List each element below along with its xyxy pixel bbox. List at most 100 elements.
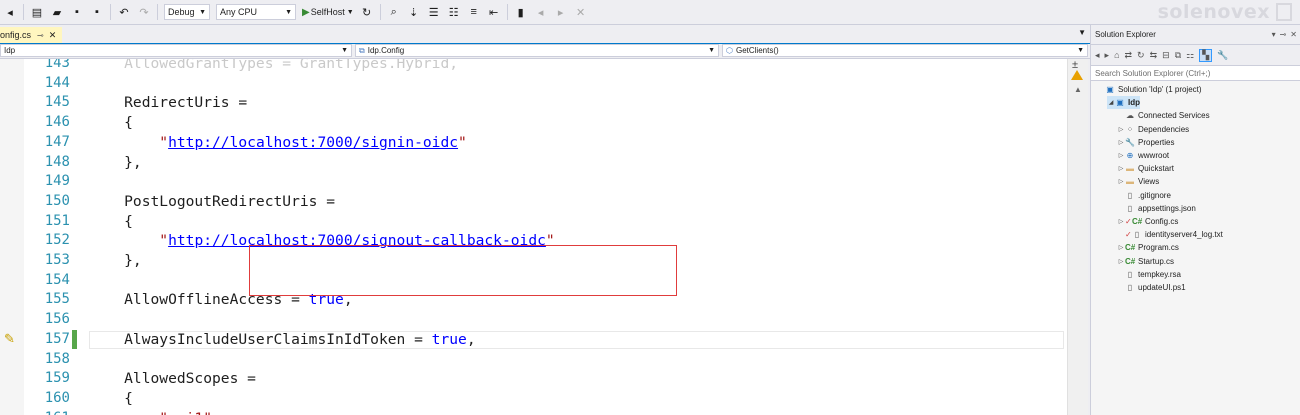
scroll-up-icon[interactable]: ▲: [1074, 85, 1082, 94]
type-nav-combo[interactable]: ⧉ Idp.Config ▼: [355, 44, 719, 57]
step-into-icon[interactable]: ⇣: [405, 3, 423, 21]
show-all-files-icon[interactable]: ⧉: [1175, 50, 1181, 61]
tree-item[interactable]: ▷ C# Program.cs: [1117, 241, 1179, 254]
pending-changes-icon[interactable]: ↻: [1137, 50, 1145, 61]
code-line[interactable]: 161 "api1",: [0, 409, 1067, 415]
code-text[interactable]: AllowedGrantTypes = GrantTypes.Hybrid,: [89, 59, 458, 74]
back-icon[interactable]: ◂: [1095, 50, 1100, 61]
url-link[interactable]: http://localhost:7000/signin-oidc: [168, 134, 458, 151]
tree-item[interactable]: ▯ .gitignore: [1117, 189, 1171, 202]
save-all-icon[interactable]: ▪: [88, 3, 106, 21]
code-line[interactable]: 159 AllowedScopes =: [0, 369, 1067, 389]
tab-config-cs[interactable]: onfig.cs ⊸ ✕: [0, 27, 63, 43]
preview-selected-icon[interactable]: ▚: [1199, 48, 1213, 62]
expand-arrow-icon[interactable]: ▷: [1117, 218, 1125, 225]
code-text[interactable]: "api1",: [89, 409, 221, 415]
code-text[interactable]: PostLogoutRedirectUris =: [89, 192, 335, 212]
expand-arrow-icon[interactable]: ◢: [1107, 99, 1115, 106]
code-line[interactable]: 143 AllowedGrantTypes = GrantTypes.Hybri…: [0, 59, 1067, 74]
code-line[interactable]: 150 PostLogoutRedirectUris =: [0, 192, 1067, 212]
code-text[interactable]: AllowedScopes =: [89, 369, 256, 389]
expand-arrow-icon[interactable]: ▷: [1117, 244, 1125, 251]
code-text[interactable]: },: [89, 251, 142, 271]
code-text[interactable]: RedirectUris =: [89, 93, 247, 113]
comment-icon[interactable]: ☰: [425, 3, 443, 21]
close-icon[interactable]: ✕: [49, 30, 57, 41]
tree-item[interactable]: ☁ Connected Services: [1117, 109, 1210, 122]
member-nav-combo[interactable]: ⬡ GetClients() ▼: [722, 44, 1088, 57]
code-editor[interactable]: 143 AllowedGrantTypes = GrantTypes.Hybri…: [0, 59, 1067, 415]
tree-item[interactable]: ▷ ⊕ wwwroot: [1117, 149, 1169, 162]
tree-item[interactable]: ▷ ⁘ Dependencies: [1117, 123, 1189, 136]
tree-item[interactable]: ▷ C# Startup.cs: [1117, 255, 1174, 268]
switch-views-icon[interactable]: ⇄: [1125, 50, 1133, 61]
wrench-icon[interactable]: 🔧: [1217, 50, 1228, 61]
code-line[interactable]: 160 {: [0, 389, 1067, 409]
expand-arrow-icon[interactable]: ▷: [1117, 126, 1125, 133]
tree-item[interactable]: ▷ ✓ C# Config.cs: [1117, 215, 1179, 228]
start-debugging-button[interactable]: ▶ SelfHost ▼: [302, 4, 354, 20]
tab-overflow-icon[interactable]: ▼: [1078, 28, 1086, 37]
collapse-all-icon[interactable]: ⊟: [1162, 50, 1170, 61]
code-line[interactable]: 158: [0, 350, 1067, 370]
navigate-back-icon[interactable]: ◂: [1, 3, 19, 21]
sync-icon[interactable]: ⇆: [1150, 50, 1158, 61]
solution-configuration-combo[interactable]: Debug ▼: [164, 4, 210, 20]
uncomment-icon[interactable]: ☷: [445, 3, 463, 21]
clear-bookmarks-icon[interactable]: ✕: [572, 3, 590, 21]
code-text[interactable]: AlwaysIncludeUserClaimsInIdToken = true,: [89, 330, 475, 350]
code-line[interactable]: 147 "http://localhost:7000/signin-oidc": [0, 133, 1067, 153]
undo-icon[interactable]: ↶: [115, 3, 133, 21]
pin-icon[interactable]: ⊸: [37, 31, 44, 40]
code-line[interactable]: 157 AlwaysIncludeUserClaimsInIdToken = t…: [0, 329, 1067, 350]
save-icon[interactable]: ▪: [68, 3, 86, 21]
format-icon[interactable]: ≡: [465, 3, 483, 21]
tree-item[interactable]: ▯ tempkey.rsa: [1117, 268, 1181, 281]
code-text[interactable]: "http://localhost:7000/signin-oidc": [89, 133, 467, 153]
prev-bookmark-icon[interactable]: ◂: [532, 3, 550, 21]
code-line[interactable]: 156: [0, 310, 1067, 330]
code-text[interactable]: },: [89, 153, 142, 173]
solution-search-input[interactable]: Search Solution Explorer (Ctrl+;): [1091, 65, 1300, 81]
code-text[interactable]: {: [89, 212, 133, 232]
new-project-icon[interactable]: ▤: [28, 3, 46, 21]
solution-platform-combo[interactable]: Any CPU ▼: [216, 4, 296, 20]
code-line[interactable]: 144: [0, 74, 1067, 94]
expand-arrow-icon[interactable]: ▷: [1117, 165, 1125, 172]
tree-item[interactable]: ▣ Solution 'Idp' (1 project): [1097, 83, 1201, 96]
next-bookmark-icon[interactable]: ▸: [552, 3, 570, 21]
expand-arrow-icon[interactable]: ▷: [1117, 258, 1125, 265]
close-icon[interactable]: ✕: [1290, 30, 1297, 39]
project-nav-combo[interactable]: Idp ▼: [0, 44, 352, 57]
tree-item[interactable]: ▯ updateUI.ps1: [1117, 281, 1186, 294]
find-icon[interactable]: ⌕: [385, 3, 403, 21]
code-text[interactable]: {: [89, 113, 133, 133]
outdent-icon[interactable]: ⇤: [485, 3, 503, 21]
redo-icon[interactable]: ↷: [135, 3, 153, 21]
expand-arrow-icon[interactable]: ▷: [1117, 139, 1125, 146]
editor-vertical-scrollbar[interactable]: ± ▲: [1067, 59, 1088, 415]
tree-item[interactable]: ▷ ▬ Quickstart: [1117, 162, 1174, 175]
code-line[interactable]: 145 RedirectUris =: [0, 93, 1067, 113]
bookmark-icon[interactable]: ▮: [512, 3, 530, 21]
quick-actions-lightbulb-icon[interactable]: ✎: [4, 331, 15, 347]
tree-item[interactable]: ▯ appsettings.json: [1117, 202, 1196, 215]
code-line[interactable]: 149: [0, 172, 1067, 192]
tree-item[interactable]: ▷ ▬ Views: [1117, 175, 1160, 188]
forward-icon[interactable]: ▸: [1105, 50, 1110, 61]
window-position-icon[interactable]: ▾: [1272, 30, 1276, 39]
expand-arrow-icon[interactable]: ▷: [1117, 152, 1125, 159]
open-file-icon[interactable]: ▰: [48, 3, 66, 21]
expand-arrow-icon[interactable]: ▷: [1117, 178, 1125, 185]
code-text[interactable]: {: [89, 389, 133, 409]
code-line[interactable]: 148 },: [0, 153, 1067, 173]
code-line[interactable]: 151 {: [0, 212, 1067, 232]
home-icon[interactable]: ⌂: [1114, 50, 1119, 60]
auto-hide-pin-icon[interactable]: ⊸: [1280, 30, 1287, 39]
tree-item[interactable]: ▷ 🔧 Properties: [1117, 136, 1175, 149]
properties-icon[interactable]: ⚏: [1186, 50, 1194, 61]
tree-item[interactable]: ◢ ▣ Idp: [1107, 96, 1140, 110]
code-line[interactable]: 146 {: [0, 113, 1067, 133]
refresh-icon[interactable]: ↻: [358, 3, 376, 21]
tree-item[interactable]: ✓ ▯ identityserver4_log.txt: [1117, 228, 1223, 241]
